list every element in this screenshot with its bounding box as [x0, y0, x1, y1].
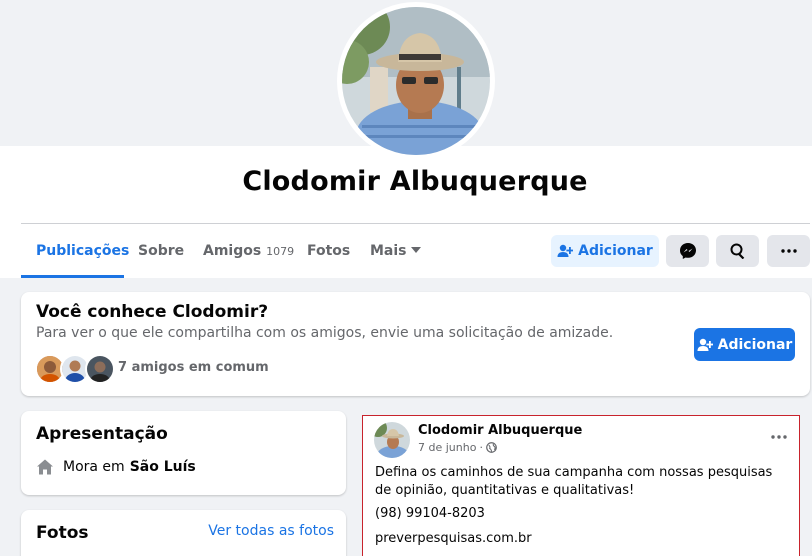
- profile-name: Clodomir Albuquerque: [242, 166, 588, 197]
- intro-card: Apresentação Mora em São Luís: [21, 411, 346, 495]
- post-date[interactable]: 7 de junho ·: [418, 441, 497, 454]
- photos-title: Fotos: [36, 523, 89, 543]
- profile-photo: [342, 7, 490, 155]
- active-tab-indicator: [21, 275, 124, 278]
- search-icon: [730, 243, 744, 259]
- see-all-photos-link[interactable]: Ver todas as fotos: [208, 523, 334, 539]
- post-phone: (98) 99104-8203: [375, 506, 485, 521]
- mutual-friends-avatars[interactable]: [35, 354, 119, 384]
- messenger-button[interactable]: [666, 235, 709, 267]
- know-card-title: Você conhece Clodomir?: [36, 302, 269, 322]
- post-card: Clodomir Albuquerque 7 de junho · Defina…: [362, 415, 800, 556]
- profile-picture[interactable]: [337, 2, 495, 160]
- tab-amigos[interactable]: Amigos 1079: [203, 224, 294, 278]
- friends-count: 1079: [266, 245, 295, 258]
- more-dots-icon: [780, 249, 797, 253]
- know-person-card: Você conhece Clodomir? Para ver o que el…: [21, 292, 810, 396]
- search-button[interactable]: [716, 235, 759, 267]
- tab-publicacoes[interactable]: Publicações: [36, 224, 129, 278]
- post-author-name[interactable]: Clodomir Albuquerque: [418, 423, 582, 438]
- know-card-subtitle: Para ver o que ele compartilha com os am…: [36, 325, 614, 341]
- add-friend-icon: [697, 338, 713, 351]
- photos-card: Fotos Ver todas as fotos: [21, 510, 346, 556]
- mutual-friends-count[interactable]: 7 amigos em comum: [118, 360, 269, 375]
- post-link[interactable]: preverpesquisas.com.br: [375, 531, 532, 546]
- intro-title: Apresentação: [36, 424, 168, 444]
- tab-fotos[interactable]: Fotos: [307, 224, 350, 278]
- add-friend-card-button[interactable]: Adicionar: [694, 328, 795, 361]
- post-text: Defina os caminhos de sua campanha com n…: [375, 465, 773, 498]
- tab-mais[interactable]: Mais: [370, 224, 421, 278]
- tab-sobre[interactable]: Sobre: [138, 224, 184, 278]
- add-friend-icon: [557, 244, 574, 257]
- post-author-avatar[interactable]: [374, 422, 410, 458]
- lives-in: Mora em São Luís: [36, 458, 196, 476]
- add-friend-button[interactable]: Adicionar: [551, 235, 659, 267]
- avatar: [85, 354, 115, 384]
- chevron-down-icon: [410, 247, 421, 253]
- city-link[interactable]: São Luís: [130, 459, 196, 475]
- more-dots-icon: [771, 435, 787, 439]
- messenger-icon: [679, 243, 696, 259]
- home-icon: [37, 459, 53, 475]
- globe-icon: [486, 442, 497, 453]
- more-options-button[interactable]: [767, 235, 810, 267]
- post-options-button[interactable]: [771, 430, 787, 439]
